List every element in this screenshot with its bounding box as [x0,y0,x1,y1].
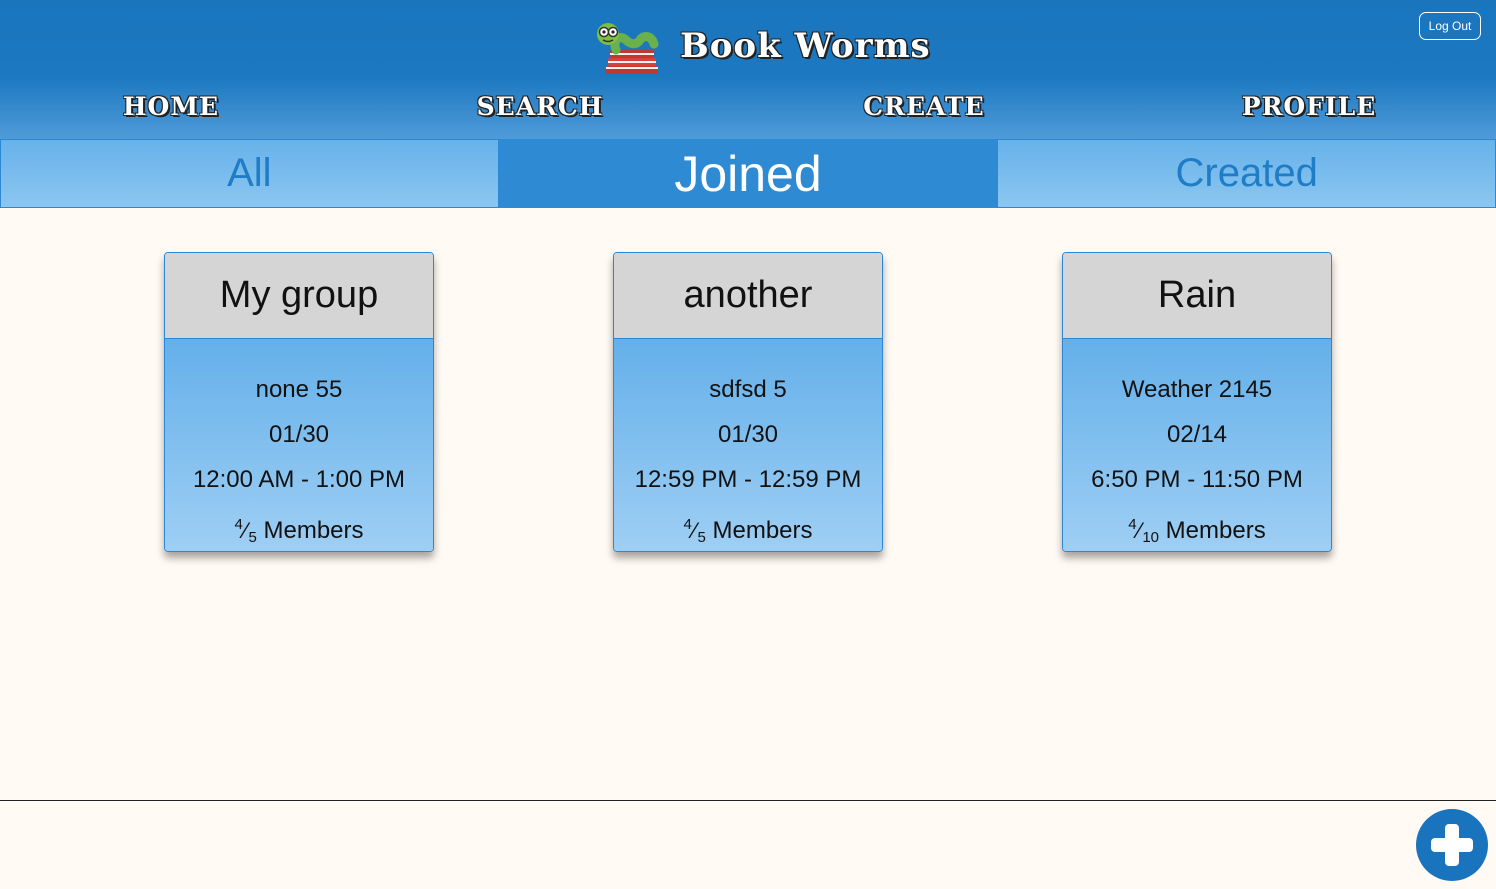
group-members: 4⁄5 Members [683,502,812,547]
members-fraction: 4⁄5 [234,516,257,546]
members-current: 4 [683,516,692,533]
members-current: 4 [234,516,243,533]
group-date: 02/14 [1166,421,1228,448]
group-date: 01/30 [717,421,779,448]
group-name: My group [165,253,433,339]
group-book: sdfsd 5 [709,376,787,403]
group-time: 6:50 PM - 11:50 PM [1091,466,1303,493]
app-title: Book Worms [680,26,931,66]
members-max: 5 [697,529,706,546]
nav-create[interactable]: Create [863,92,984,121]
members-label: Members [1165,517,1266,544]
group-card[interactable]: My group none 55 01/30 12:00 AM - 1:00 P… [164,252,434,552]
nav-home[interactable]: Home [123,92,219,121]
plus-icon [1431,824,1473,866]
nav-search[interactable]: Search [477,92,604,121]
footer-divider [0,800,1496,801]
members-fraction: 4⁄5 [683,516,706,546]
group-card[interactable]: Rain Weather 2145 02/14 6:50 PM - 11:50 … [1062,252,1332,552]
group-filter-tabs: All Joined Created [0,139,1496,208]
members-max: 5 [248,529,257,546]
members-label: Members [712,517,813,544]
tab-joined[interactable]: Joined [498,139,998,208]
group-time: 12:59 PM - 12:59 PM [634,466,862,493]
group-name: Rain [1063,253,1331,339]
group-date: 01/30 [268,421,330,448]
members-current: 4 [1128,516,1137,533]
group-details: Weather 2145 02/14 6:50 PM - 11:50 PM 4⁄… [1063,339,1331,551]
members-fraction: 4⁄10 [1128,516,1159,546]
members-max: 10 [1142,529,1159,546]
group-members: 4⁄10 Members [1128,502,1265,547]
logout-button[interactable]: Log Out [1419,12,1481,40]
members-label: Members [263,517,364,544]
group-details: sdfsd 5 01/30 12:59 PM - 12:59 PM 4⁄5 Me… [614,339,882,551]
tab-created[interactable]: Created [997,139,1496,208]
group-book: Weather 2145 [1121,376,1273,403]
group-card[interactable]: another sdfsd 5 01/30 12:59 PM - 12:59 P… [613,252,883,552]
nav-profile[interactable]: Profile [1242,92,1376,121]
group-book: none 55 [255,376,343,403]
group-name: another [614,253,882,339]
group-members: 4⁄5 Members [234,502,363,547]
group-details: none 55 01/30 12:00 AM - 1:00 PM 4⁄5 Mem… [165,339,433,551]
app-header: Book Worms Log Out Home Search Create Pr… [0,0,1496,139]
add-group-button[interactable] [1416,809,1488,881]
brand[interactable]: Book Worms [594,14,931,78]
tab-all[interactable]: All [0,139,499,208]
bookworm-logo-icon [597,23,659,74]
group-time: 12:00 AM - 1:00 PM [192,466,406,493]
